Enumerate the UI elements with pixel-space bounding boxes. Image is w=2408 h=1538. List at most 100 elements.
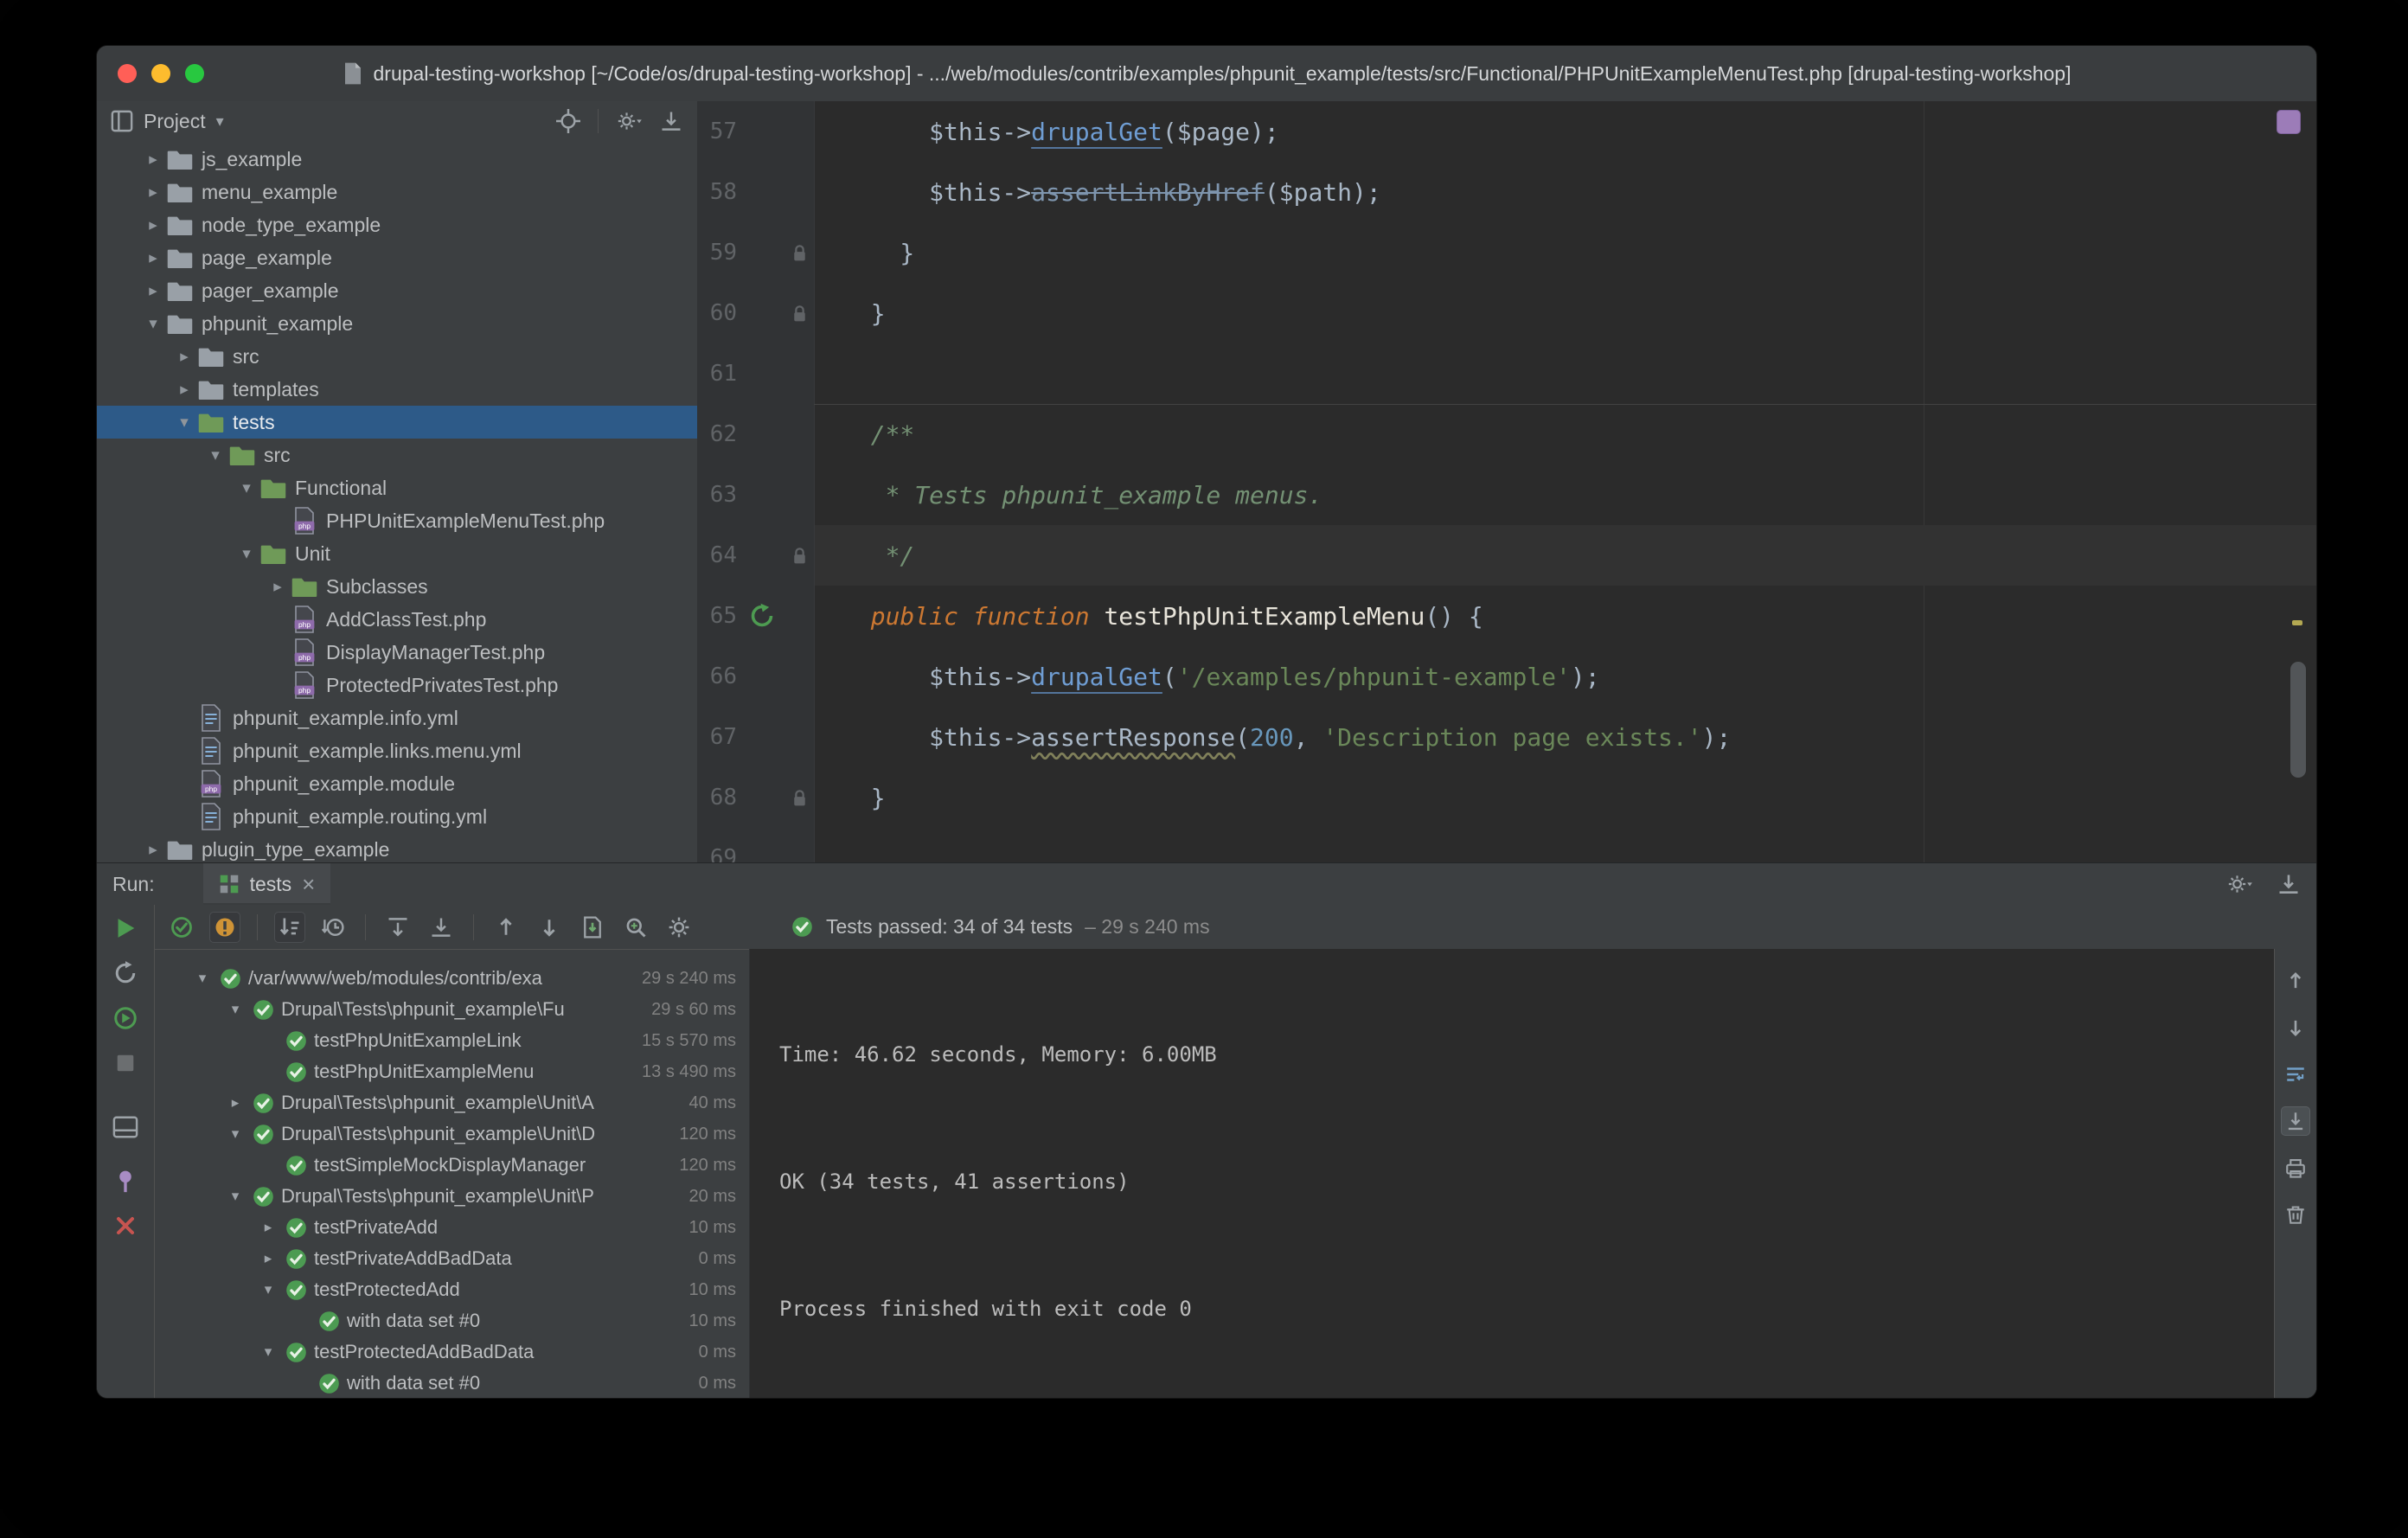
next-test-button[interactable] <box>535 913 564 942</box>
tree-item-node-type-example[interactable]: ▸ node_type_example <box>97 208 697 241</box>
expand-open-icon[interactable]: ▾ <box>171 413 197 433</box>
zoom-window-button[interactable] <box>185 64 204 83</box>
test-row-drupal-tests-phpunit-example-fu[interactable]: ▾ Drupal\Tests\phpunit_example\Fu 29 s 60 … <box>155 994 748 1025</box>
expand-closed-icon[interactable]: ▸ <box>222 1094 248 1112</box>
tree-item-src[interactable]: ▸ src <box>97 340 697 373</box>
expand-open-icon[interactable]: ▾ <box>222 1001 248 1018</box>
print-button[interactable] <box>2282 1154 2309 1182</box>
restore-layout-button[interactable] <box>111 1112 140 1142</box>
tree-item-phpunit-example-module[interactable]: php phpunit_example.module <box>97 767 697 800</box>
chevron-down-icon[interactable]: ▾ <box>216 112 224 131</box>
code-editor[interactable]: 57 $this->drupalGet($page); 58 $this->ass… <box>697 101 2316 862</box>
tree-item-phpunit-example-info-yml[interactable]: phpunit_example.info.yml <box>97 702 697 734</box>
soft-wrap-button[interactable] <box>2282 1061 2309 1088</box>
code-line-66[interactable]: 66 $this->drupalGet('/examples/phpunit-e… <box>697 646 2316 707</box>
expand-open-icon[interactable]: ▾ <box>255 1281 281 1298</box>
tree-item-subclasses[interactable]: ▸ Subclasses <box>97 570 697 603</box>
show-passed-toggle[interactable] <box>167 913 196 942</box>
tree-item-menu-example[interactable]: ▸ menu_example <box>97 176 697 208</box>
expand-closed-icon[interactable]: ▸ <box>171 347 197 367</box>
scroll-to-end-button[interactable] <box>2282 1107 2309 1135</box>
collapse-all-button[interactable] <box>426 913 456 942</box>
expand-closed-icon[interactable]: ▸ <box>140 281 166 301</box>
expand-open-icon[interactable]: ▾ <box>202 445 228 465</box>
test-row-testphpunitexamplelink[interactable]: testPhpUnitExampleLink 15 s 570 ms <box>155 1025 748 1056</box>
rerun-failed-tests-button[interactable] <box>111 958 140 988</box>
previous-test-button[interactable] <box>491 913 521 942</box>
titlebar[interactable]: drupal-testing-workshop [~/Code/os/drupa… <box>97 46 2316 102</box>
test-row-testprivateaddbaddata[interactable]: ▸ testPrivateAddBadData 0 ms <box>155 1243 748 1274</box>
up-stack-trace-button[interactable] <box>2282 967 2309 995</box>
code-line-67[interactable]: 67 $this->assertResponse(200, 'Descripti… <box>697 707 2316 767</box>
expand-closed-icon[interactable]: ▸ <box>255 1219 281 1236</box>
expand-closed-icon[interactable]: ▸ <box>140 840 166 860</box>
import-test-results-button[interactable] <box>578 913 607 942</box>
sort-alphabetically-button[interactable] <box>275 912 304 942</box>
expand-open-icon[interactable]: ▾ <box>140 314 166 334</box>
close-tab-icon[interactable]: × <box>302 873 315 895</box>
gear-icon[interactable] <box>2226 872 2252 896</box>
show-ignored-toggle[interactable] <box>210 912 240 942</box>
code-line-63[interactable]: 63 * Tests phpunit_example menus. <box>697 465 2316 525</box>
test-row-testprotectedaddbaddata[interactable]: ▾ testProtectedAddBadData 0 ms <box>155 1336 748 1368</box>
test-history-button[interactable] <box>621 913 650 942</box>
expand-open-icon[interactable]: ▾ <box>189 970 215 987</box>
tree-item-plugin-type-example[interactable]: ▸ plugin_type_example <box>97 833 697 862</box>
code-line-58[interactable]: 58 $this->assertLinkByHref($path); <box>697 162 2316 222</box>
expand-open-icon[interactable]: ▾ <box>222 1125 248 1143</box>
tree-item-phpunit-example-links-menu-yml[interactable]: phpunit_example.links.menu.yml <box>97 734 697 767</box>
tree-item-tests[interactable]: ▾ tests <box>97 406 697 439</box>
rerun-tests-button[interactable] <box>111 913 140 943</box>
locate-file-icon[interactable] <box>556 109 580 133</box>
code-line-68[interactable]: 68 } <box>697 767 2316 828</box>
hide-panel-icon[interactable] <box>2277 872 2301 896</box>
expand-open-icon[interactable]: ▾ <box>255 1343 281 1361</box>
expand-closed-icon[interactable]: ▸ <box>140 248 166 268</box>
warning-stripe-mark[interactable] <box>2292 620 2302 625</box>
tree-item-protectedprivatestest-php[interactable]: php ProtectedPrivatesTest.php <box>97 669 697 702</box>
code-line-61[interactable]: 61 <box>697 343 2316 404</box>
code-line-57[interactable]: 57 $this->drupalGet($page); <box>697 101 2316 162</box>
tree-item-phpunit-example[interactable]: ▾ phpunit_example <box>97 307 697 340</box>
code-line-60[interactable]: 60 } <box>697 283 2316 343</box>
editor-scrollbar-thumb[interactable] <box>2290 662 2306 778</box>
test-console-output[interactable]: Time: 46.62 seconds, Memory: 6.00MB OK (3… <box>749 949 2274 1398</box>
code-line-69[interactable]: 69 <box>697 828 2316 862</box>
stop-button[interactable] <box>111 1048 140 1078</box>
clear-all-button[interactable] <box>2282 1201 2309 1228</box>
tree-item-addclasstest-php[interactable]: php AddClassTest.php <box>97 603 697 636</box>
tree-item-page-example[interactable]: ▸ page_example <box>97 241 697 274</box>
test-row-testsimplemockdisplaymanager[interactable]: testSimpleMockDisplayManager 120 ms <box>155 1150 748 1181</box>
expand-closed-icon[interactable]: ▸ <box>140 215 166 235</box>
test-row-testprotectedadd[interactable]: ▾ testProtectedAdd 10 ms <box>155 1274 748 1305</box>
test-row-testphpunitexamplemenu[interactable]: testPhpUnitExampleMenu 13 s 490 ms <box>155 1056 748 1087</box>
tree-item-templates[interactable]: ▸ templates <box>97 373 697 406</box>
code-line-62[interactable]: 62 /** <box>697 404 2316 465</box>
code-line-59[interactable]: 59 } <box>697 222 2316 283</box>
sort-by-duration-button[interactable] <box>318 913 348 942</box>
run-test-gutter-icon[interactable] <box>740 603 784 629</box>
tree-item-functional[interactable]: ▾ Functional <box>97 471 697 504</box>
test-row-with-data-set-0[interactable]: with data set #0 10 ms <box>155 1305 748 1336</box>
expand-closed-icon[interactable]: ▸ <box>255 1250 281 1267</box>
expand-closed-icon[interactable]: ▸ <box>140 183 166 202</box>
expand-open-icon[interactable]: ▾ <box>234 478 259 498</box>
tree-item-phpunitexamplemenutest-php[interactable]: php PHPUnitExampleMenuTest.php <box>97 504 697 537</box>
tree-item-src[interactable]: ▾ src <box>97 439 697 471</box>
code-line-65[interactable]: 65 public function testPhpUnitExampleMen… <box>697 586 2316 646</box>
tab-tests[interactable]: tests × <box>202 863 331 905</box>
test-row-drupal-tests-phpunit-example-unit-p[interactable]: ▾ Drupal\Tests\phpunit_example\Unit\P 20 m… <box>155 1181 748 1212</box>
project-panel-title[interactable]: Project <box>144 110 206 133</box>
tree-item-unit[interactable]: ▾ Unit <box>97 537 697 570</box>
collapse-all-icon[interactable] <box>659 109 683 133</box>
tree-item-displaymanagertest-php[interactable]: php DisplayManagerTest.php <box>97 636 697 669</box>
test-settings-button[interactable] <box>664 913 694 942</box>
down-stack-trace-button[interactable] <box>2282 1014 2309 1041</box>
toggle-auto-test-button[interactable] <box>111 1003 140 1033</box>
expand-open-icon[interactable]: ▾ <box>222 1188 248 1205</box>
expand-all-button[interactable] <box>383 913 413 942</box>
close-window-button[interactable] <box>118 64 137 83</box>
close-run-panel-button[interactable] <box>111 1211 140 1240</box>
test-row-drupal-tests-phpunit-example-unit-a[interactable]: ▸ Drupal\Tests\phpunit_example\Unit\A 40 m… <box>155 1087 748 1118</box>
test-row-with-data-set-0[interactable]: with data set #0 0 ms <box>155 1368 748 1398</box>
